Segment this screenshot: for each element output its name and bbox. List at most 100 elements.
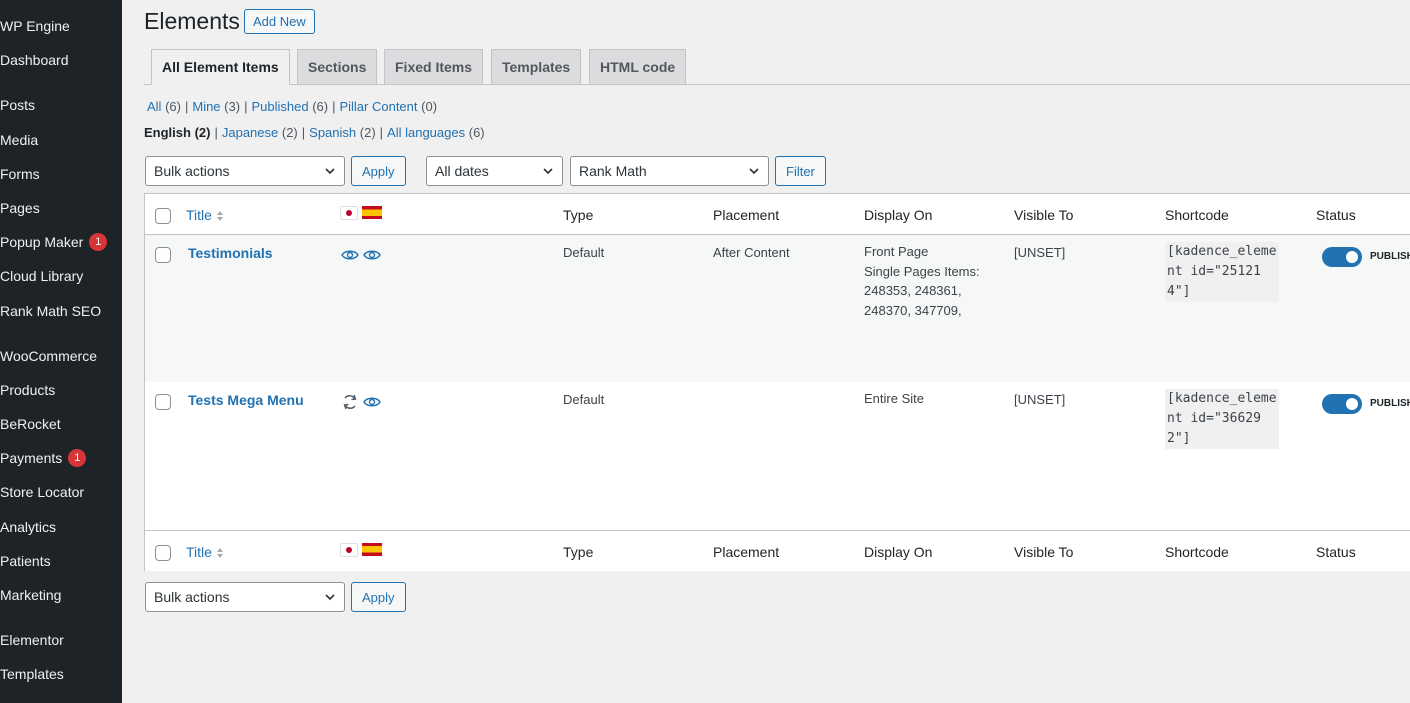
row-checkbox[interactable] [155,247,171,263]
language-count: (6) [468,125,485,140]
notification-badge: 1 [68,449,87,467]
select-all-checkbox[interactable] [155,545,171,561]
bulk-apply-button[interactable]: Apply [351,156,406,186]
seo-filter-select[interactable]: Rank Math [570,156,769,186]
select-all-checkbox[interactable] [155,208,171,224]
sync-icon[interactable] [341,393,359,411]
filter-button[interactable]: Filter [775,156,826,186]
sidebar-item-patients[interactable]: Patients [0,549,51,573]
sidebar-item-posts[interactable]: Posts [0,93,35,117]
select-value: Bulk actions [154,163,230,179]
column-placement: Placement [713,544,780,560]
row-shortcode[interactable]: [kadence_element id="366292"] [1165,389,1279,449]
view-link-all[interactable]: All (6) [147,99,181,114]
eye-icon[interactable] [363,246,381,264]
column-display-on: Display On [864,544,933,560]
sidebar-item-woocommerce[interactable]: WooCommerce [0,344,97,368]
sidebar-item-forms[interactable]: Forms [0,162,40,186]
language-link-spanish[interactable]: Spanish (2) [309,125,376,140]
sidebar-item-label: Products [0,382,56,398]
sidebar-item-berocket[interactable]: BeRocket [0,412,61,436]
column-status: Status [1316,207,1356,223]
sidebar-item-dashboard[interactable]: Dashboard [0,48,69,72]
sidebar-item-pages[interactable]: Pages [0,196,40,220]
sidebar-item-label: Media [0,132,39,148]
sidebar-item-templates[interactable]: Templates [0,662,64,686]
sidebar-item-label: Store Locator [0,484,85,500]
tab-templates[interactable]: Templates [491,49,582,85]
add-new-button[interactable]: Add New [244,9,315,34]
japan-flag-icon [341,207,357,219]
sidebar-item-label: Forms [0,166,40,182]
sidebar-item-wp-engine[interactable]: WP Engine [0,14,70,38]
tab-label: HTML code [600,59,676,75]
sidebar-item-elementor[interactable]: Elementor [0,628,64,652]
tab-label: Sections [308,59,367,75]
select-value: Rank Math [579,163,647,179]
sidebar-item-products[interactable]: Products [0,378,55,402]
admin-sidebar: WP Engine Dashboard Posts Media Forms Pa… [0,0,122,703]
language-current-english: English (2) [144,125,210,140]
column-type: Type [563,544,594,560]
date-filter-select[interactable]: All dates [426,156,563,186]
sidebar-item-label: Payments [0,450,63,466]
view-label: Pillar Content [339,99,418,114]
display-on-line: Single Pages Items: [864,263,980,279]
language-filter: English (2) | Japanese (2) | Spanish (2) | All… [144,125,485,140]
row-shortcode[interactable]: [kadence_element id="251214"] [1165,242,1279,302]
row-display-on: Entire Site [864,389,924,409]
status-toggle[interactable] [1322,394,1362,414]
separator: | [184,99,189,114]
tab-all-element-items[interactable]: All Element Items [151,49,290,85]
tab-label: Fixed Items [395,59,473,75]
view-label: All [147,99,162,114]
view-count: (0) [421,99,438,114]
sidebar-item-payments[interactable]: Payments 1 [0,446,87,470]
tab-sections[interactable]: Sections [297,49,378,85]
sidebar-item-popup-maker[interactable]: Popup Maker 1 [0,230,108,254]
view-label: Published [251,99,309,114]
column-visible-to: Visible To [1014,544,1074,560]
sidebar-item-marketing[interactable]: Marketing [0,583,61,607]
chevron-down-icon [543,168,553,175]
row-checkbox[interactable] [155,394,171,410]
sidebar-item-label: Marketing [0,587,62,603]
table-row: Tests Mega Menu Default Entire Site [UNS… [145,382,1410,530]
sidebar-item-label: Popup Maker [0,234,84,250]
status-toggle[interactable] [1322,247,1362,267]
table-footer: Title Type Placement Display On Visible … [145,530,1410,571]
row-display-on: Front Page Single Pages Items: 248353, 2… [864,242,980,320]
sidebar-item-rank-math-seo[interactable]: Rank Math SEO [0,299,101,323]
column-title[interactable]: Title [186,544,224,560]
column-status: Status [1316,544,1356,560]
row-title-link[interactable]: Testimonials [188,245,273,261]
sidebar-item-label: Pages [0,200,40,216]
column-title[interactable]: Title [186,207,224,223]
language-link-japanese[interactable]: Japanese (2) [222,125,298,140]
eye-icon[interactable] [363,393,381,411]
view-link-pillar-content[interactable]: Pillar Content (0) [339,99,437,114]
sidebar-item-cloud-library[interactable]: Cloud Library [0,264,83,288]
sidebar-item-analytics[interactable]: Analytics [0,515,56,539]
view-link-published[interactable]: Published (6) [251,99,328,114]
sidebar-item-label: BeRocket [0,416,61,432]
sidebar-item-label: Templates [0,666,64,682]
sidebar-item-media[interactable]: Media [0,128,38,152]
row-title-link[interactable]: Tests Mega Menu [188,392,304,408]
tab-fixed-items[interactable]: Fixed Items [384,49,484,85]
sidebar-item-store-locator[interactable]: Store Locator [0,480,84,504]
language-label: Japanese [221,125,279,140]
bulk-actions-select[interactable]: Bulk actions [145,156,345,186]
sidebar-item-label: WooCommerce [0,348,97,364]
language-link-all-languages[interactable]: All languages (6) [387,125,485,140]
bottom-bulk-actions-select[interactable]: Bulk actions [145,582,345,612]
bottom-apply-button[interactable]: Apply [351,582,406,612]
row-placement: After Content [713,245,790,260]
language-count: (2) [359,125,376,140]
view-label: Mine [192,99,221,114]
chevron-down-icon [325,594,335,601]
eye-icon[interactable] [341,246,359,264]
tab-html-code[interactable]: HTML code [589,49,687,85]
column-title-label: Title [186,207,212,223]
view-link-mine[interactable]: Mine (3) [192,99,240,114]
